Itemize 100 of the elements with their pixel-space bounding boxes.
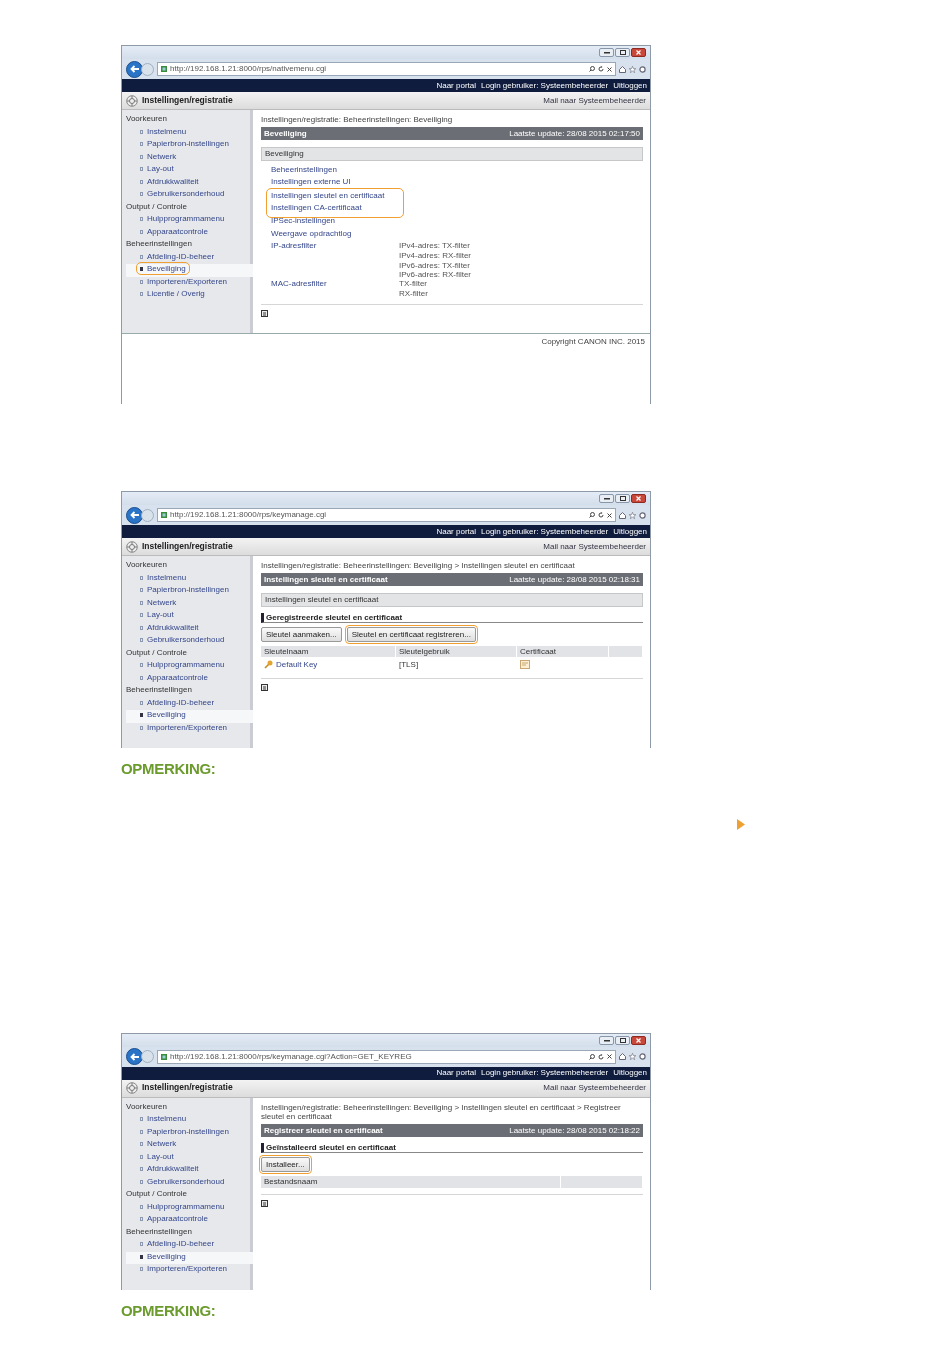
home-icon[interactable]: [619, 1053, 626, 1060]
sidebar-item[interactable]: Importeren/Exporteren: [138, 1264, 230, 1274]
sidebar-item[interactable]: Afdeling-ID-beheer: [138, 251, 217, 261]
sidebar-item[interactable]: Hulpprogrammamenu: [138, 1201, 227, 1211]
mail-link[interactable]: Mail naar Systeembeheerder: [543, 1083, 646, 1093]
sidebar-item[interactable]: Gebruikersonderhoud: [138, 1176, 227, 1186]
stop-icon[interactable]: [607, 512, 612, 518]
page-top-icon[interactable]: [261, 684, 268, 692]
star-icon[interactable]: [629, 1053, 636, 1060]
sidebar-item[interactable]: Lay-out: [138, 1151, 176, 1161]
action-button[interactable]: Sleutel en certificaat registreren...: [346, 626, 476, 642]
minimize-button[interactable]: [599, 1035, 614, 1045]
key-link[interactable]: Default Key: [276, 660, 318, 670]
sidebar-item[interactable]: Netwerk: [138, 151, 179, 161]
sidebar-item[interactable]: Afdeling-ID-beheer: [138, 697, 217, 707]
minimize-button[interactable]: [599, 48, 614, 57]
refresh-icon[interactable]: [598, 66, 604, 72]
address-field[interactable]: http://192.168.1.21:8000/rps/keymanage.cgi: [157, 508, 616, 522]
home-icon[interactable]: [619, 65, 626, 73]
nav-link[interactable]: Uitloggen: [613, 1068, 647, 1078]
sidebar-item[interactable]: Apparaatcontrole: [138, 226, 210, 236]
sidebar-item[interactable]: Afdrukkwaliteit: [138, 176, 201, 186]
sidebar-item[interactable]: Afdrukkwaliteit: [138, 622, 201, 632]
sidebar-item[interactable]: Papierbron-instellingen: [138, 585, 231, 595]
forward-button[interactable]: [141, 1050, 154, 1063]
nav-link[interactable]: Uitloggen: [613, 526, 647, 537]
close-button[interactable]: [631, 494, 646, 503]
sidebar-item[interactable]: Instelmenu: [138, 572, 189, 582]
search-icon[interactable]: [589, 66, 595, 72]
address-field[interactable]: http://192.168.1.21:8000/rps/keymanage.cgi?Action=GET_KEYREG: [157, 1049, 616, 1064]
sidebar-item[interactable]: Afdeling-ID-beheer: [138, 1239, 217, 1249]
settings-link[interactable]: Instellingen sleutel en certificaat: [271, 190, 385, 200]
note-heading: OPMERKING:: [121, 759, 217, 779]
maximize-button[interactable]: [615, 1035, 630, 1045]
settings-link[interactable]: IPSec-instellingen: [271, 215, 336, 225]
sidebar-heading: Voorkeuren: [126, 560, 168, 571]
sidebar-item[interactable]: Hulpprogrammamenu: [138, 214, 227, 224]
back-button[interactable]: [126, 506, 143, 524]
sidebar-item[interactable]: Instelmenu: [138, 126, 189, 136]
mail-link[interactable]: Mail naar Systeembeheerder: [543, 541, 646, 552]
sidebar-item[interactable]: Netwerk: [138, 1139, 179, 1149]
last-update: Laatste update: 28/08 2015 02:18:31: [509, 575, 640, 585]
nav-link[interactable]: Naar portal: [436, 80, 476, 91]
gear-icon: [126, 94, 138, 107]
section-header: Instellingen sleutel en certificaat: [261, 593, 643, 607]
maximize-button[interactable]: [615, 494, 630, 503]
sidebar-item[interactable]: Hulpprogrammamenu: [138, 660, 227, 670]
nav-link[interactable]: Login gebruiker: Systeembeheerder: [481, 526, 609, 537]
nav-link[interactable]: Login gebruiker: Systeembeheerder: [481, 1068, 609, 1078]
back-button[interactable]: [126, 1048, 143, 1065]
minimize-button[interactable]: [599, 494, 614, 503]
maximize-button[interactable]: [615, 48, 630, 57]
sidebar-item[interactable]: Lay-out: [138, 164, 176, 174]
sidebar-item[interactable]: Lay-out: [138, 610, 176, 620]
close-button[interactable]: [631, 48, 646, 57]
subheading: Geregistreerde sleutel en certificaat: [261, 612, 643, 623]
stop-icon[interactable]: [607, 1054, 612, 1059]
sidebar-item[interactable]: Apparaatcontrole: [138, 672, 210, 682]
sidebar-item[interactable]: Gebruikersonderhoud: [138, 635, 227, 645]
column-header: Bestandsnaam: [261, 1176, 561, 1188]
sidebar-item[interactable]: Importeren/Exporteren: [138, 722, 230, 732]
settings-link[interactable]: Instellingen externe UI: [271, 177, 351, 187]
nav-link[interactable]: Naar portal: [436, 1068, 476, 1078]
column-header: Sleutelnaam: [261, 645, 396, 658]
action-button[interactable]: Installeer...: [261, 1157, 310, 1173]
search-icon[interactable]: [589, 512, 595, 518]
back-button[interactable]: [126, 60, 143, 78]
sidebar-item[interactable]: Licentie / Overig: [138, 289, 207, 299]
settings-link[interactable]: IP-adresfilter: [271, 241, 317, 251]
search-icon[interactable]: [589, 1053, 595, 1060]
sidebar-item[interactable]: Instelmenu: [138, 1114, 189, 1124]
settings-link[interactable]: Instellingen CA-certificaat: [271, 203, 362, 213]
sidebar-item[interactable]: Netwerk: [138, 597, 179, 607]
page-top-icon[interactable]: [261, 310, 268, 318]
refresh-icon[interactable]: [598, 512, 604, 518]
refresh-icon[interactable]: [598, 1053, 604, 1060]
star-icon[interactable]: [629, 511, 636, 519]
action-button[interactable]: Sleutel aanmaken...: [261, 626, 342, 642]
stop-icon[interactable]: [607, 66, 612, 72]
sidebar-item[interactable]: Afdrukkwaliteit: [138, 1164, 201, 1174]
address-field[interactable]: http://192.168.1.21:8000/rps/nativemenu.cgi: [157, 62, 616, 76]
nav-link[interactable]: Naar portal: [436, 526, 476, 537]
sidebar-heading: Output / Controle: [126, 1189, 188, 1200]
sidebar-item[interactable]: Papierbron-instellingen: [138, 1126, 231, 1136]
settings-link[interactable]: Beheerinstellingen: [271, 164, 337, 174]
nav-link[interactable]: Uitloggen: [613, 80, 647, 91]
settings-link[interactable]: Weergave opdrachtlog: [271, 228, 352, 238]
settings-link[interactable]: MAC-adresfilter: [271, 279, 327, 289]
mail-link[interactable]: Mail naar Systeembeheerder: [543, 95, 646, 106]
sidebar-item[interactable]: Papierbron-instellingen: [138, 139, 231, 149]
page-top-icon[interactable]: [261, 1199, 268, 1207]
sidebar-heading: Output / Controle: [126, 647, 188, 659]
sidebar-item[interactable]: Apparaatcontrole: [138, 1214, 210, 1224]
sidebar-item[interactable]: Gebruikersonderhoud: [138, 189, 227, 199]
copyright-text: Copyright CANON INC. 2015: [541, 337, 645, 348]
sidebar-item[interactable]: Importeren/Exporteren: [138, 276, 230, 286]
home-icon[interactable]: [619, 511, 626, 519]
star-icon[interactable]: [629, 65, 636, 73]
close-button[interactable]: [631, 1035, 646, 1045]
nav-link[interactable]: Login gebruiker: Systeembeheerder: [481, 80, 609, 91]
